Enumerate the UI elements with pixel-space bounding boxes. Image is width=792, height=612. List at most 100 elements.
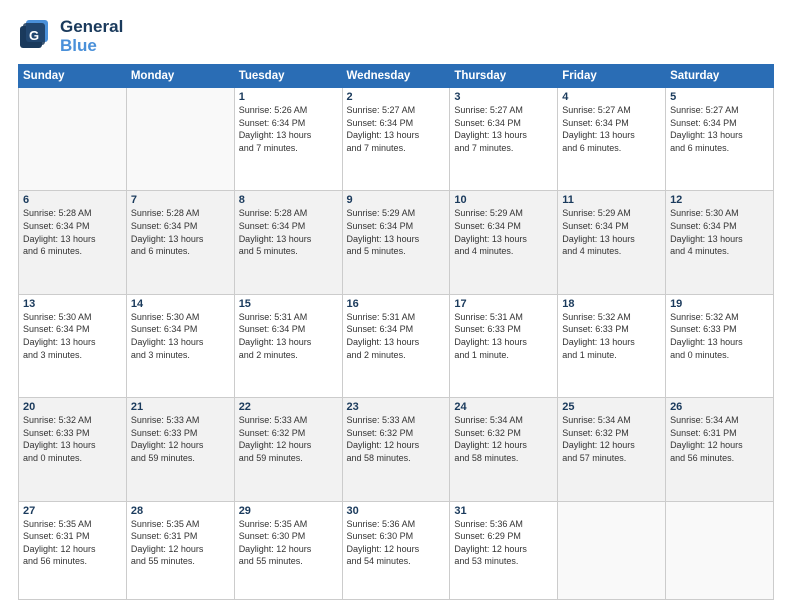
day-detail: Sunrise: 5:31 AM Sunset: 6:34 PM Dayligh… <box>347 311 446 361</box>
calendar-cell: 24Sunrise: 5:34 AM Sunset: 6:32 PM Dayli… <box>450 398 558 501</box>
weekday-header-wednesday: Wednesday <box>342 65 450 88</box>
day-detail: Sunrise: 5:36 AM Sunset: 6:29 PM Dayligh… <box>454 518 553 568</box>
day-detail: Sunrise: 5:32 AM Sunset: 6:33 PM Dayligh… <box>562 311 661 361</box>
day-detail: Sunrise: 5:31 AM Sunset: 6:33 PM Dayligh… <box>454 311 553 361</box>
day-detail: Sunrise: 5:35 AM Sunset: 6:31 PM Dayligh… <box>131 518 230 568</box>
calendar-cell: 3Sunrise: 5:27 AM Sunset: 6:34 PM Daylig… <box>450 88 558 191</box>
day-number: 1 <box>239 91 338 103</box>
day-detail: Sunrise: 5:28 AM Sunset: 6:34 PM Dayligh… <box>239 207 338 257</box>
weekday-header-saturday: Saturday <box>666 65 774 88</box>
calendar-cell: 27Sunrise: 5:35 AM Sunset: 6:31 PM Dayli… <box>19 501 127 599</box>
day-detail: Sunrise: 5:28 AM Sunset: 6:34 PM Dayligh… <box>23 207 122 257</box>
day-number: 11 <box>562 194 661 206</box>
week-row-3: 13Sunrise: 5:30 AM Sunset: 6:34 PM Dayli… <box>19 294 774 397</box>
page: G General Blue SundayMondayTuesdayWednes… <box>0 0 792 612</box>
day-number: 27 <box>23 505 122 517</box>
day-number: 28 <box>131 505 230 517</box>
day-number: 14 <box>131 298 230 310</box>
day-detail: Sunrise: 5:29 AM Sunset: 6:34 PM Dayligh… <box>562 207 661 257</box>
calendar-cell: 5Sunrise: 5:27 AM Sunset: 6:34 PM Daylig… <box>666 88 774 191</box>
day-number: 9 <box>347 194 446 206</box>
day-number: 15 <box>239 298 338 310</box>
calendar-cell: 21Sunrise: 5:33 AM Sunset: 6:33 PM Dayli… <box>126 398 234 501</box>
calendar-cell: 12Sunrise: 5:30 AM Sunset: 6:34 PM Dayli… <box>666 191 774 294</box>
weekday-header-tuesday: Tuesday <box>234 65 342 88</box>
day-detail: Sunrise: 5:36 AM Sunset: 6:30 PM Dayligh… <box>347 518 446 568</box>
day-detail: Sunrise: 5:31 AM Sunset: 6:34 PM Dayligh… <box>239 311 338 361</box>
day-detail: Sunrise: 5:34 AM Sunset: 6:31 PM Dayligh… <box>670 414 769 464</box>
day-number: 17 <box>454 298 553 310</box>
day-number: 5 <box>670 91 769 103</box>
calendar-cell: 11Sunrise: 5:29 AM Sunset: 6:34 PM Dayli… <box>558 191 666 294</box>
day-number: 26 <box>670 401 769 413</box>
week-row-1: 1Sunrise: 5:26 AM Sunset: 6:34 PM Daylig… <box>19 88 774 191</box>
calendar-cell <box>19 88 127 191</box>
calendar-cell: 4Sunrise: 5:27 AM Sunset: 6:34 PM Daylig… <box>558 88 666 191</box>
day-detail: Sunrise: 5:33 AM Sunset: 6:32 PM Dayligh… <box>239 414 338 464</box>
day-detail: Sunrise: 5:32 AM Sunset: 6:33 PM Dayligh… <box>23 414 122 464</box>
calendar-cell: 18Sunrise: 5:32 AM Sunset: 6:33 PM Dayli… <box>558 294 666 397</box>
day-detail: Sunrise: 5:33 AM Sunset: 6:32 PM Dayligh… <box>347 414 446 464</box>
calendar-cell <box>126 88 234 191</box>
day-number: 16 <box>347 298 446 310</box>
day-detail: Sunrise: 5:27 AM Sunset: 6:34 PM Dayligh… <box>670 104 769 154</box>
weekday-header-monday: Monday <box>126 65 234 88</box>
day-detail: Sunrise: 5:27 AM Sunset: 6:34 PM Dayligh… <box>562 104 661 154</box>
day-detail: Sunrise: 5:29 AM Sunset: 6:34 PM Dayligh… <box>347 207 446 257</box>
calendar-cell: 25Sunrise: 5:34 AM Sunset: 6:32 PM Dayli… <box>558 398 666 501</box>
calendar-cell: 1Sunrise: 5:26 AM Sunset: 6:34 PM Daylig… <box>234 88 342 191</box>
day-detail: Sunrise: 5:35 AM Sunset: 6:31 PM Dayligh… <box>23 518 122 568</box>
day-detail: Sunrise: 5:30 AM Sunset: 6:34 PM Dayligh… <box>131 311 230 361</box>
day-number: 7 <box>131 194 230 206</box>
day-number: 10 <box>454 194 553 206</box>
calendar-cell: 7Sunrise: 5:28 AM Sunset: 6:34 PM Daylig… <box>126 191 234 294</box>
calendar-cell: 10Sunrise: 5:29 AM Sunset: 6:34 PM Dayli… <box>450 191 558 294</box>
day-number: 23 <box>347 401 446 413</box>
week-row-5: 27Sunrise: 5:35 AM Sunset: 6:31 PM Dayli… <box>19 501 774 599</box>
day-number: 29 <box>239 505 338 517</box>
day-detail: Sunrise: 5:26 AM Sunset: 6:34 PM Dayligh… <box>239 104 338 154</box>
svg-text:G: G <box>29 28 39 43</box>
day-detail: Sunrise: 5:34 AM Sunset: 6:32 PM Dayligh… <box>454 414 553 464</box>
day-number: 3 <box>454 91 553 103</box>
day-detail: Sunrise: 5:34 AM Sunset: 6:32 PM Dayligh… <box>562 414 661 464</box>
calendar-table: SundayMondayTuesdayWednesdayThursdayFrid… <box>18 64 774 600</box>
day-number: 24 <box>454 401 553 413</box>
header: G General Blue <box>18 18 774 56</box>
day-number: 22 <box>239 401 338 413</box>
logo: G General Blue <box>18 18 123 56</box>
calendar-cell: 13Sunrise: 5:30 AM Sunset: 6:34 PM Dayli… <box>19 294 127 397</box>
calendar-cell: 23Sunrise: 5:33 AM Sunset: 6:32 PM Dayli… <box>342 398 450 501</box>
logo-blue: Blue <box>60 37 123 56</box>
weekday-header-friday: Friday <box>558 65 666 88</box>
calendar-cell: 14Sunrise: 5:30 AM Sunset: 6:34 PM Dayli… <box>126 294 234 397</box>
calendar-cell: 9Sunrise: 5:29 AM Sunset: 6:34 PM Daylig… <box>342 191 450 294</box>
day-number: 20 <box>23 401 122 413</box>
day-detail: Sunrise: 5:30 AM Sunset: 6:34 PM Dayligh… <box>670 207 769 257</box>
day-detail: Sunrise: 5:32 AM Sunset: 6:33 PM Dayligh… <box>670 311 769 361</box>
calendar-cell: 31Sunrise: 5:36 AM Sunset: 6:29 PM Dayli… <box>450 501 558 599</box>
calendar-cell: 26Sunrise: 5:34 AM Sunset: 6:31 PM Dayli… <box>666 398 774 501</box>
calendar-cell: 16Sunrise: 5:31 AM Sunset: 6:34 PM Dayli… <box>342 294 450 397</box>
day-number: 21 <box>131 401 230 413</box>
day-number: 31 <box>454 505 553 517</box>
calendar-cell <box>558 501 666 599</box>
calendar-cell: 29Sunrise: 5:35 AM Sunset: 6:30 PM Dayli… <box>234 501 342 599</box>
day-number: 6 <box>23 194 122 206</box>
day-number: 8 <box>239 194 338 206</box>
day-detail: Sunrise: 5:29 AM Sunset: 6:34 PM Dayligh… <box>454 207 553 257</box>
day-number: 18 <box>562 298 661 310</box>
weekday-header-row: SundayMondayTuesdayWednesdayThursdayFrid… <box>19 65 774 88</box>
day-number: 30 <box>347 505 446 517</box>
day-detail: Sunrise: 5:35 AM Sunset: 6:30 PM Dayligh… <box>239 518 338 568</box>
logo-general: General <box>60 18 123 37</box>
day-number: 19 <box>670 298 769 310</box>
weekday-header-sunday: Sunday <box>19 65 127 88</box>
day-number: 12 <box>670 194 769 206</box>
calendar-cell: 6Sunrise: 5:28 AM Sunset: 6:34 PM Daylig… <box>19 191 127 294</box>
calendar-cell: 2Sunrise: 5:27 AM Sunset: 6:34 PM Daylig… <box>342 88 450 191</box>
calendar-cell: 8Sunrise: 5:28 AM Sunset: 6:34 PM Daylig… <box>234 191 342 294</box>
weekday-header-thursday: Thursday <box>450 65 558 88</box>
day-detail: Sunrise: 5:28 AM Sunset: 6:34 PM Dayligh… <box>131 207 230 257</box>
calendar-cell: 17Sunrise: 5:31 AM Sunset: 6:33 PM Dayli… <box>450 294 558 397</box>
